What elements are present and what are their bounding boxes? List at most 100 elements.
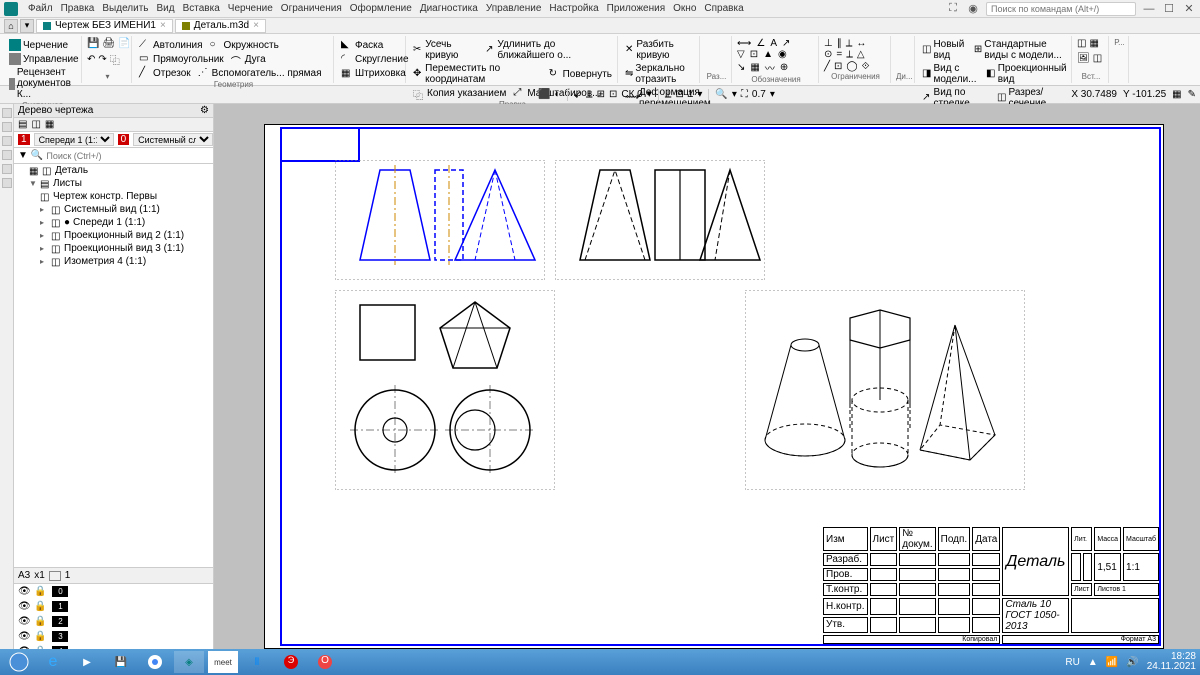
tb-icon[interactable]: ⊡ <box>675 89 683 100</box>
tool-rect[interactable]: ▭Прямоугольник <box>137 52 226 66</box>
ins-icon[interactable]: 🖼 <box>1077 53 1090 64</box>
constr-icon[interactable]: ⟐ <box>862 61 870 72</box>
dim-icon[interactable]: ⟷ <box>737 38 751 49</box>
volume-icon[interactable]: 🔊 <box>1126 657 1138 668</box>
mode-reviewer[interactable]: Рецензент документов К... <box>7 66 79 101</box>
tree-item[interactable]: ▸◫Проекционный вид 2 (1:1) <box>14 229 213 242</box>
tree-item[interactable]: ▼▤Листы <box>14 177 213 190</box>
tol-icon[interactable]: ⊡ <box>750 49 758 60</box>
app-icon[interactable]: Э <box>276 651 306 673</box>
constr-icon[interactable]: ⊙ <box>824 49 832 60</box>
angle-icon[interactable]: ∠ <box>756 38 765 49</box>
tb-icon[interactable]: ↙ <box>574 89 582 100</box>
zoom-fit-icon[interactable]: ⛶ <box>741 89 748 100</box>
tree-icon[interactable]: ◫ <box>31 119 40 130</box>
menu-view[interactable]: Вид <box>157 3 175 14</box>
table-icon[interactable]: ▦ <box>750 62 759 73</box>
kompas-icon[interactable]: ◈ <box>174 651 204 673</box>
screenshot-icon[interactable]: ◉ <box>966 2 980 16</box>
menu-apps[interactable]: Приложения <box>607 3 666 14</box>
panel-icon[interactable] <box>2 108 12 118</box>
menu-edit[interactable]: Правка <box>61 3 95 14</box>
view-list-item[interactable]: 👁🔒0 <box>14 584 213 599</box>
tool-circle[interactable]: ○Окружность <box>208 38 281 52</box>
copy-icon[interactable]: ⿻ <box>110 52 120 67</box>
network-icon[interactable]: 📶 <box>1106 657 1118 668</box>
menu-file[interactable]: Файл <box>28 3 53 14</box>
mode-drawing[interactable]: Черчение <box>7 38 70 52</box>
menu-insert[interactable]: Вставка <box>183 3 220 14</box>
dropdown-icon[interactable]: ▾ <box>20 19 34 33</box>
constr-icon[interactable]: ⟂ <box>846 38 853 49</box>
drawing-canvas[interactable]: ИзмЛист№ докум.Подп.Дата Деталь Лит.Масс… <box>214 104 1200 659</box>
undo-icon[interactable]: ↶ <box>87 54 95 65</box>
tree-item[interactable]: ▸◫● Спереди 1 (1:1) <box>14 216 213 229</box>
tool-rotate[interactable]: ↻Повернуть <box>547 67 614 81</box>
close-button[interactable]: ✕ <box>1182 2 1196 16</box>
ie-icon[interactable]: e <box>38 651 68 673</box>
tb-icon[interactable]: ⟂ <box>665 89 672 100</box>
scale-input[interactable]: 1 <box>688 89 694 100</box>
centre-icon[interactable]: ⊕ <box>780 62 788 73</box>
constr-icon[interactable]: △ <box>857 49 865 60</box>
view-list-item[interactable]: 👁🔒2 <box>14 614 213 629</box>
tab-part[interactable]: Деталь.m3d × <box>175 19 266 33</box>
panel-icon[interactable] <box>2 136 12 146</box>
tray-icon[interactable]: ▲ <box>1088 657 1098 668</box>
chrome-icon[interactable] <box>140 651 170 673</box>
redo-icon[interactable]: ↷ <box>98 54 106 65</box>
tool-auxiliary[interactable]: ⋰Вспомогатель... прямая <box>196 66 324 80</box>
minimize-button[interactable]: — <box>1142 2 1156 16</box>
mode-manage[interactable]: Управление <box>7 52 81 66</box>
tool-chamfer[interactable]: ◣Фаска <box>339 38 385 52</box>
tool-fillet[interactable]: ◜Скругление <box>339 52 411 66</box>
base-icon[interactable]: ▲ <box>763 49 773 60</box>
close-icon[interactable]: × <box>253 20 259 31</box>
tree-item[interactable]: ▸◫Системный вид (1:1) <box>14 203 213 216</box>
constr-icon[interactable]: ⊡ <box>834 61 842 72</box>
save-icon[interactable]: 💾 <box>87 38 99 49</box>
tree-item[interactable]: ◫Чертеж констр. Первы <box>14 190 213 203</box>
save-icon[interactable]: 💾 <box>106 651 136 673</box>
panel-icon[interactable] <box>2 164 12 174</box>
start-button[interactable] <box>4 651 34 673</box>
clock-date[interactable]: 24.11.2021 <box>1147 662 1196 672</box>
tb-icon[interactable]: ⊞ <box>597 89 605 100</box>
text-icon[interactable]: A <box>770 38 777 49</box>
maximize-button[interactable]: ☐ <box>1162 2 1176 16</box>
meet-icon[interactable]: meet <box>208 651 238 673</box>
wave-icon[interactable]: 〰 <box>765 60 775 75</box>
menu-window[interactable]: Окно <box>673 3 696 14</box>
media-icon[interactable]: ▶ <box>72 651 102 673</box>
tb-icon[interactable]: 🔍 <box>715 89 727 100</box>
constr-icon[interactable]: ⟂ <box>846 49 853 60</box>
view-list-item[interactable]: 👁🔒3 <box>14 629 213 644</box>
tb-icon[interactable]: ⊡ <box>609 89 617 100</box>
lang-indicator[interactable]: RU <box>1065 657 1079 668</box>
opera-icon[interactable]: O <box>310 651 340 673</box>
menu-design[interactable]: Оформление <box>350 3 412 14</box>
tool-hatch[interactable]: ▦Штриховка <box>339 67 408 81</box>
view-new[interactable]: ◫Новый вид <box>920 38 969 62</box>
zoom-value[interactable]: 0.7 <box>752 89 766 100</box>
constr-icon[interactable]: ∥ <box>837 38 842 49</box>
mark-icon[interactable]: ◉ <box>778 49 787 60</box>
menu-settings[interactable]: Настройка <box>549 3 598 14</box>
view-select[interactable]: Спереди 1 (1:1) <box>34 133 114 146</box>
constr-icon[interactable]: = <box>836 49 842 60</box>
tree-icon[interactable]: ▤ <box>18 119 27 130</box>
orient-icon[interactable] <box>49 571 61 581</box>
gear-icon[interactable]: ⚙ <box>200 105 209 116</box>
panel-icon[interactable] <box>2 178 12 188</box>
tree-search-input[interactable] <box>46 151 209 161</box>
menu-diagnostics[interactable]: Диагностика <box>420 3 478 14</box>
view-stdmodel[interactable]: ⊞Стандартные виды с модели... <box>972 38 1068 62</box>
tool-autoline[interactable]: ⟋Автолиния <box>137 38 205 52</box>
fullscreen-icon[interactable]: ⛶ <box>946 2 960 16</box>
print-icon[interactable]: 🖨 <box>102 38 115 49</box>
close-icon[interactable]: × <box>160 20 166 31</box>
tool-move[interactable]: ✥Переместить по координатам <box>411 62 544 86</box>
tree-item[interactable]: ▦◫Деталь <box>14 164 213 177</box>
doc-icon[interactable]: 📄 <box>118 38 130 49</box>
tool-arc[interactable]: ⌒Дуга <box>229 52 268 66</box>
